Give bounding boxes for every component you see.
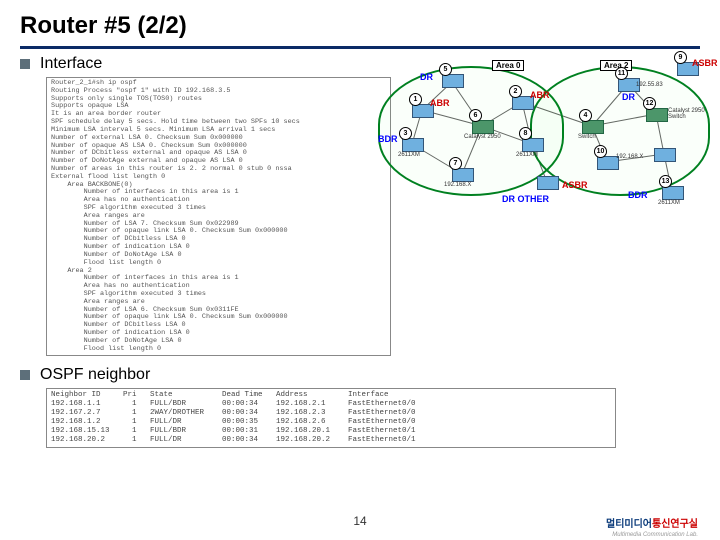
router-3: 3 bbox=[402, 138, 424, 152]
badge: 6 bbox=[469, 109, 482, 122]
footer-logo: 멀티미디어통신연구실 bbox=[606, 515, 698, 530]
tag-abr: ABR bbox=[530, 90, 550, 100]
badge: 5 bbox=[439, 63, 452, 76]
tag-asbr: ASBR bbox=[562, 180, 588, 190]
bullet-text: Interface bbox=[40, 55, 102, 73]
badge: 12 bbox=[643, 97, 656, 110]
role-drother: DR OTHER bbox=[502, 194, 549, 204]
role-dr: DR bbox=[420, 72, 433, 82]
tag-asbr: ASBR bbox=[692, 58, 718, 68]
device-label: 2611XM bbox=[658, 200, 680, 206]
role-bdr: BDR bbox=[628, 190, 648, 200]
badge: 3 bbox=[399, 127, 412, 140]
terminal-output-ospf-neighbor: Neighbor ID Pri State Dead Time Address … bbox=[46, 388, 616, 448]
footer-logo-accent: 통신연구실 bbox=[652, 519, 698, 530]
badge: 9 bbox=[674, 51, 687, 64]
badge: 1 bbox=[409, 93, 422, 106]
badge: 7 bbox=[449, 157, 462, 170]
switch-4: 4 bbox=[582, 120, 604, 134]
role-dr: DR bbox=[622, 92, 635, 102]
router-8: 8 bbox=[522, 138, 544, 152]
footer-subtitle: Multimedia Communication Lab. bbox=[612, 532, 698, 538]
router-5: 5 bbox=[442, 74, 464, 88]
router-13-a bbox=[654, 148, 676, 162]
bullet-ospf-neighbor: OSPF neighbor bbox=[20, 366, 700, 384]
badge: 10 bbox=[594, 145, 607, 158]
square-bullet-icon bbox=[20, 59, 30, 69]
device-label: 2611XM bbox=[398, 152, 420, 158]
slide: Router #5 (2/2) Interface Router_2_1#sh … bbox=[0, 0, 720, 540]
ip-label: 192.168.X bbox=[444, 182, 471, 188]
device-label: Catalyst 2950 Switch bbox=[668, 108, 708, 120]
page-title: Router #5 (2/2) bbox=[20, 8, 700, 49]
square-bullet-icon bbox=[20, 370, 30, 380]
area-0-label: Area 0 bbox=[492, 60, 524, 71]
switch-12: 12 bbox=[646, 108, 668, 122]
topology-diagram: Area 0 Area 2 5 DR 1 ABR 3 BDR 2611XM 6 … bbox=[372, 54, 708, 224]
badge: 4 bbox=[579, 109, 592, 122]
router-r bbox=[537, 176, 559, 190]
badge: 8 bbox=[519, 127, 532, 140]
terminal-output-sh-ip-ospf: Router_2_1#sh ip ospf Routing Process "o… bbox=[46, 77, 391, 356]
footer-logo-main: 멀티미디어 bbox=[606, 519, 652, 530]
device-label: Switch bbox=[578, 134, 596, 140]
device-label: 2611XM bbox=[516, 152, 538, 158]
device-label: Catalyst 2950 bbox=[464, 134, 501, 140]
tag-abr: ABR bbox=[430, 98, 450, 108]
ip-label: 192.168.X bbox=[616, 154, 643, 160]
bullet-text: OSPF neighbor bbox=[40, 366, 150, 384]
switch-6: 6 bbox=[472, 120, 494, 134]
role-bdr: BDR bbox=[378, 134, 398, 144]
badge: 13 bbox=[659, 175, 672, 188]
badge: 11 bbox=[615, 67, 628, 80]
badge: 2 bbox=[509, 85, 522, 98]
router-13: 13 bbox=[662, 186, 684, 200]
router-7: 7 bbox=[452, 168, 474, 182]
ip-label: 192.55.83 bbox=[636, 82, 663, 88]
